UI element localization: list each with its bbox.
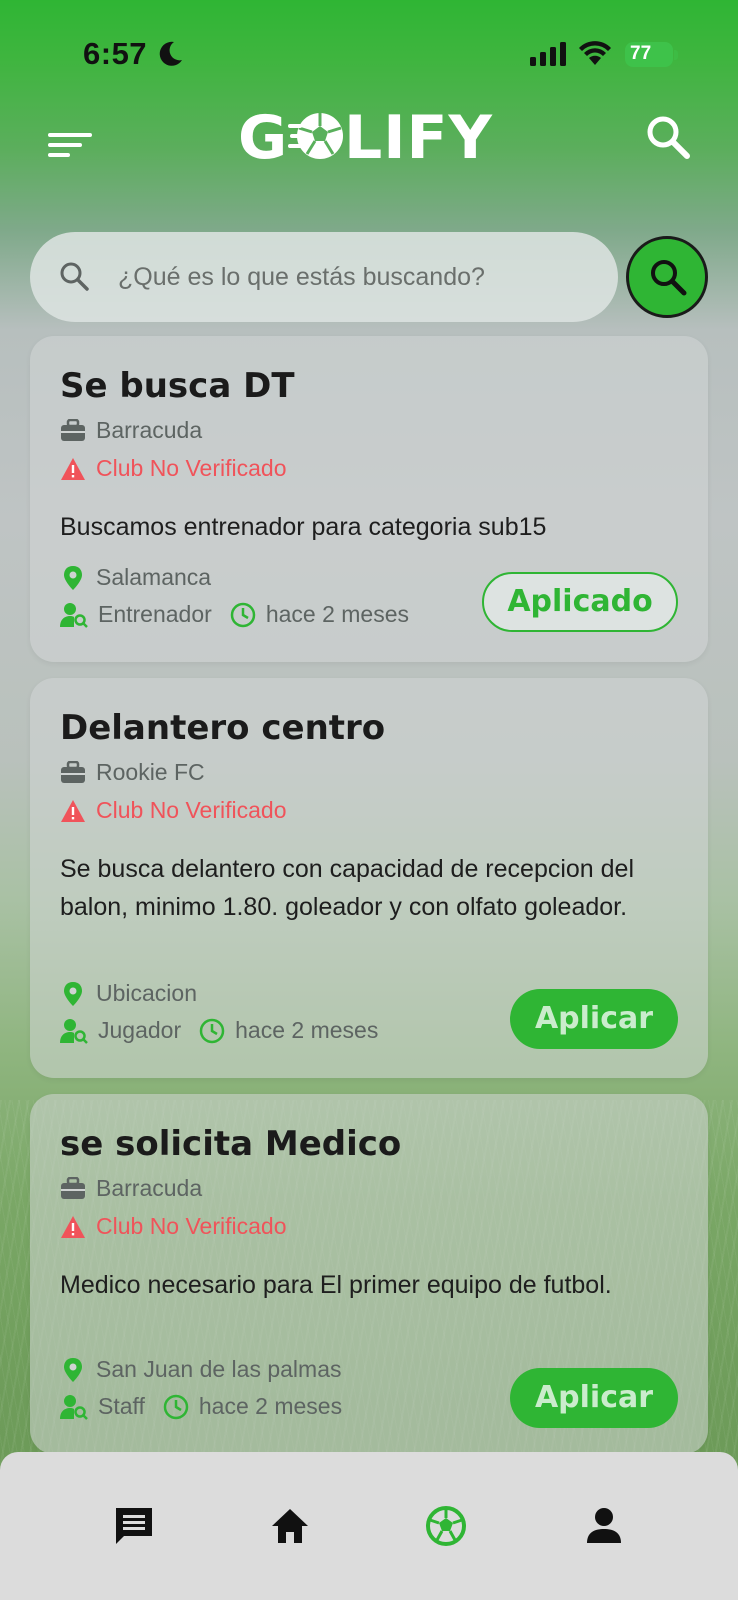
- person-search-icon: [60, 1018, 88, 1044]
- club-name: Barracuda: [96, 417, 203, 443]
- person-search-icon: [60, 1394, 88, 1420]
- verification-status: Club No Verificado: [60, 1213, 287, 1240]
- soccer-ball-icon: [426, 1506, 466, 1546]
- menu-line: [48, 133, 92, 137]
- apply-button[interactable]: Aplicar: [510, 989, 678, 1049]
- location-text: San Juan de las palmas: [96, 1356, 342, 1382]
- status-bar: 6:57 77: [0, 0, 738, 100]
- club-name: Rookie FC: [96, 759, 205, 785]
- job-description: Buscamos entrenador para categoria sub15: [60, 513, 547, 541]
- search-input[interactable]: [118, 252, 588, 302]
- job-location: Salamanca: [60, 564, 211, 591]
- apply-button[interactable]: Aplicar: [510, 1368, 678, 1428]
- briefcase-icon: [61, 760, 85, 783]
- logo-text-start: G: [238, 103, 289, 173]
- verification-label: Club No Verificado: [96, 797, 287, 823]
- battery-tip: [674, 50, 678, 60]
- clock-icon: [163, 1394, 189, 1419]
- job-role-time: Staff hace 2 meses: [60, 1393, 342, 1420]
- job-title: se solicita Medico: [60, 1124, 402, 1164]
- bottom-nav: [0, 1452, 738, 1600]
- clock-icon: [230, 602, 256, 627]
- search-icon: [651, 260, 687, 296]
- cellular-signal-icon: [530, 42, 566, 66]
- nav-home[interactable]: [268, 1504, 312, 1548]
- job-card[interactable]: Delantero centro Rookie FC Club No Verif…: [30, 678, 708, 1078]
- role-text: Jugador: [98, 1017, 182, 1043]
- posted-time: hace 2 meses: [265, 601, 410, 627]
- posted-time: hace 2 meses: [198, 1393, 343, 1419]
- job-location: San Juan de las palmas: [60, 1356, 342, 1383]
- warning-icon: [61, 457, 85, 480]
- home-icon: [272, 1509, 308, 1543]
- battery-icon: 77: [625, 42, 673, 67]
- job-card[interactable]: Se busca DT Barracuda Club No Verificado…: [30, 336, 708, 662]
- location-pin-icon: [64, 981, 82, 1006]
- job-club: Rookie FC: [60, 759, 205, 786]
- job-description: Medico necesario para El primer equipo d…: [60, 1271, 612, 1299]
- search-icon: [60, 262, 89, 291]
- chat-icon: [116, 1508, 152, 1544]
- club-name: Barracuda: [96, 1175, 203, 1201]
- verification-label: Club No Verificado: [96, 1213, 287, 1239]
- logo-soccer-ball-icon: [288, 113, 343, 159]
- nav-messages[interactable]: [112, 1504, 156, 1548]
- search-icon[interactable]: [645, 114, 691, 160]
- job-role-time: Jugador hace 2 meses: [60, 1017, 378, 1044]
- job-title: Delantero centro: [60, 708, 386, 748]
- search-submit-button[interactable]: [626, 236, 708, 318]
- menu-line: [48, 143, 82, 147]
- clock-icon: [199, 1018, 225, 1043]
- profile-icon: [587, 1508, 621, 1543]
- warning-icon: [61, 799, 85, 822]
- moon-icon: [159, 41, 182, 66]
- filter-menu-button[interactable]: [46, 115, 96, 157]
- verification-status: Club No Verificado: [60, 455, 287, 482]
- wifi-icon: [579, 41, 611, 65]
- nav-profile[interactable]: [582, 1504, 626, 1548]
- job-location: Ubicacion: [60, 980, 197, 1007]
- location-pin-icon: [64, 1357, 82, 1382]
- applied-button[interactable]: Aplicado: [482, 572, 678, 632]
- person-search-icon: [60, 602, 88, 628]
- job-role-time: Entrenador hace 2 meses: [60, 601, 409, 628]
- golify-logo: G LIFY: [238, 103, 500, 173]
- search-bar: [30, 232, 618, 322]
- app-header: G LIFY: [0, 100, 738, 200]
- nav-football[interactable]: [424, 1504, 468, 1548]
- status-time: 6:57: [83, 36, 148, 71]
- job-description: Se busca delantero con capacidad de rece…: [60, 855, 635, 921]
- warning-icon: [61, 1215, 85, 1238]
- location-text: Ubicacion: [96, 980, 197, 1006]
- location-pin-icon: [64, 565, 82, 590]
- briefcase-icon: [61, 1176, 85, 1199]
- verification-label: Club No Verificado: [96, 455, 287, 481]
- battery-level: 77: [630, 43, 652, 64]
- menu-line: [48, 153, 70, 157]
- job-club: Barracuda: [60, 1175, 202, 1202]
- verification-status: Club No Verificado: [60, 797, 287, 824]
- role-text: Staff: [98, 1393, 145, 1419]
- role-text: Entrenador: [98, 601, 212, 627]
- job-title: Se busca DT: [60, 366, 295, 406]
- posted-time: hace 2 meses: [235, 1017, 379, 1043]
- logo-text-end: LIFY: [344, 103, 493, 173]
- job-card[interactable]: se solicita Medico Barracuda Club No Ver…: [30, 1094, 708, 1454]
- job-club: Barracuda: [60, 417, 202, 444]
- location-text: Salamanca: [96, 564, 212, 590]
- briefcase-icon: [61, 418, 85, 441]
